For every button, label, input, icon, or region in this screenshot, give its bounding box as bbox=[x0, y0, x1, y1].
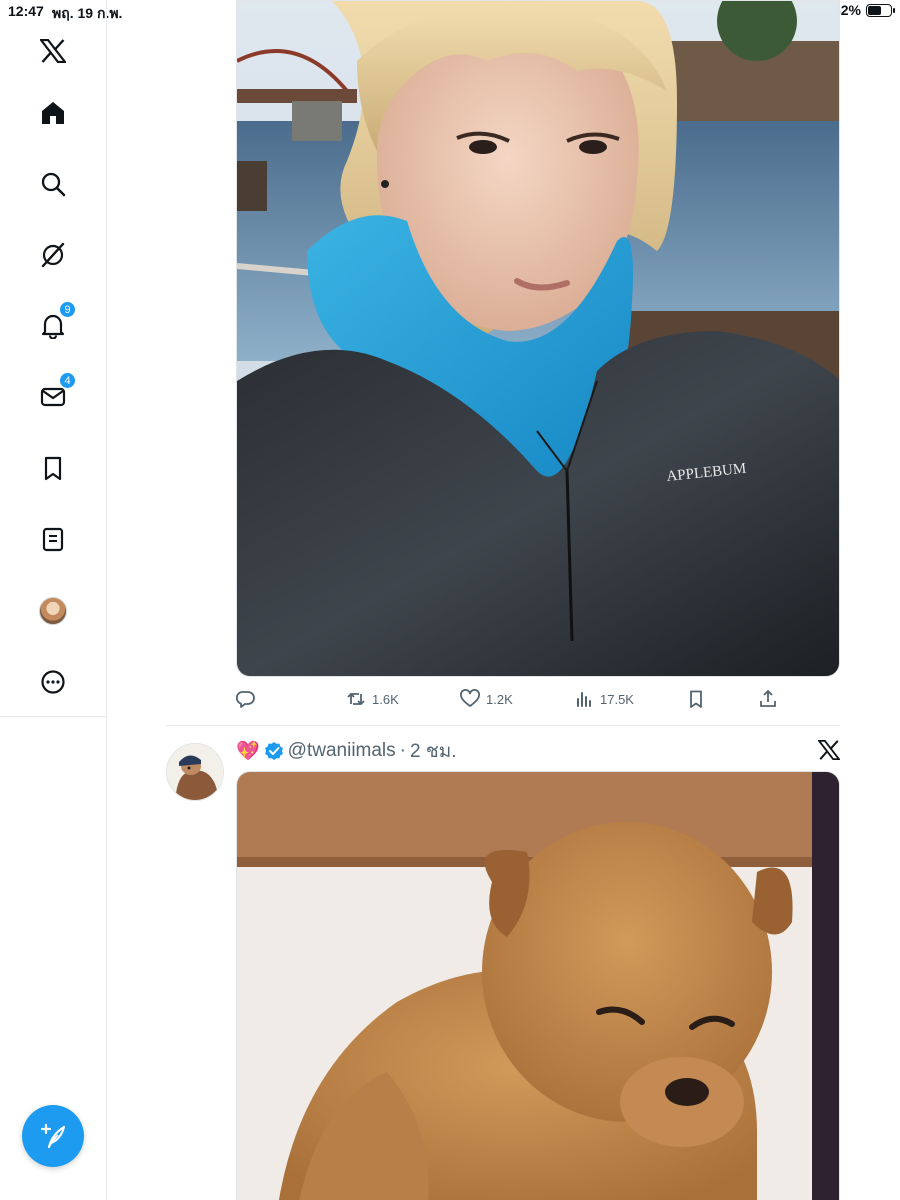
tweet2-emoji: 💖 bbox=[236, 741, 260, 762]
compose-post-button[interactable] bbox=[22, 1105, 84, 1167]
reply-button[interactable] bbox=[236, 685, 262, 713]
notifications-badge: 9 bbox=[59, 301, 76, 318]
home-icon[interactable] bbox=[33, 93, 73, 133]
search-icon[interactable] bbox=[33, 164, 73, 204]
battery-icon bbox=[866, 3, 895, 17]
bookmark-button[interactable] bbox=[686, 685, 706, 713]
tweet2-author-avatar[interactable] bbox=[166, 743, 224, 801]
profile-avatar-image bbox=[39, 597, 67, 625]
tweet2-header: 💖 @twaniimals · 2 ชม. bbox=[236, 738, 457, 764]
share-button[interactable] bbox=[758, 685, 778, 713]
sidebar-border bbox=[106, 717, 107, 1200]
retweet-count: 1.6K bbox=[372, 691, 399, 707]
grok-icon[interactable] bbox=[33, 235, 73, 275]
views-button[interactable]: 17.5K bbox=[574, 685, 634, 713]
notifications-icon[interactable]: 9 bbox=[33, 301, 76, 346]
tweet-image-selfie[interactable]: APPLEBUM bbox=[236, 0, 840, 677]
views-icon bbox=[577, 692, 591, 707]
heart-icon bbox=[460, 689, 480, 707]
profile-avatar[interactable] bbox=[33, 591, 73, 631]
tweet2-time[interactable]: 2 ชม. bbox=[410, 736, 457, 766]
views-count: 17.5K bbox=[600, 691, 634, 707]
like-button[interactable]: 1.2K bbox=[460, 685, 513, 713]
more-icon[interactable] bbox=[33, 662, 73, 702]
tweet-image-puppy[interactable] bbox=[236, 771, 840, 1200]
like-count: 1.2K bbox=[486, 691, 513, 707]
x-logo-icon[interactable] bbox=[33, 31, 73, 71]
sidebar: 9 4 bbox=[0, 0, 107, 717]
lists-icon[interactable] bbox=[33, 519, 73, 559]
retweet-icon bbox=[347, 693, 365, 705]
bookmarks-icon[interactable] bbox=[33, 448, 73, 488]
reply-icon bbox=[236, 691, 255, 708]
messages-icon[interactable]: 4 bbox=[33, 372, 76, 417]
tweet1-action-bar: 1.6K 1.2K 17.5K bbox=[236, 685, 840, 713]
tweet2-separator: · bbox=[399, 740, 406, 761]
messages-badge: 4 bbox=[59, 372, 76, 389]
compose-post-icon bbox=[40, 1123, 66, 1149]
tweet2-x-logo-icon bbox=[817, 739, 841, 765]
share-icon bbox=[760, 690, 776, 707]
tweet2-handle[interactable]: @twaniimals bbox=[288, 740, 396, 762]
retweet-button[interactable]: 1.6K bbox=[346, 685, 399, 713]
bookmark-icon bbox=[690, 690, 702, 708]
verified-badge-icon bbox=[264, 742, 283, 760]
tweet-divider bbox=[166, 725, 840, 726]
